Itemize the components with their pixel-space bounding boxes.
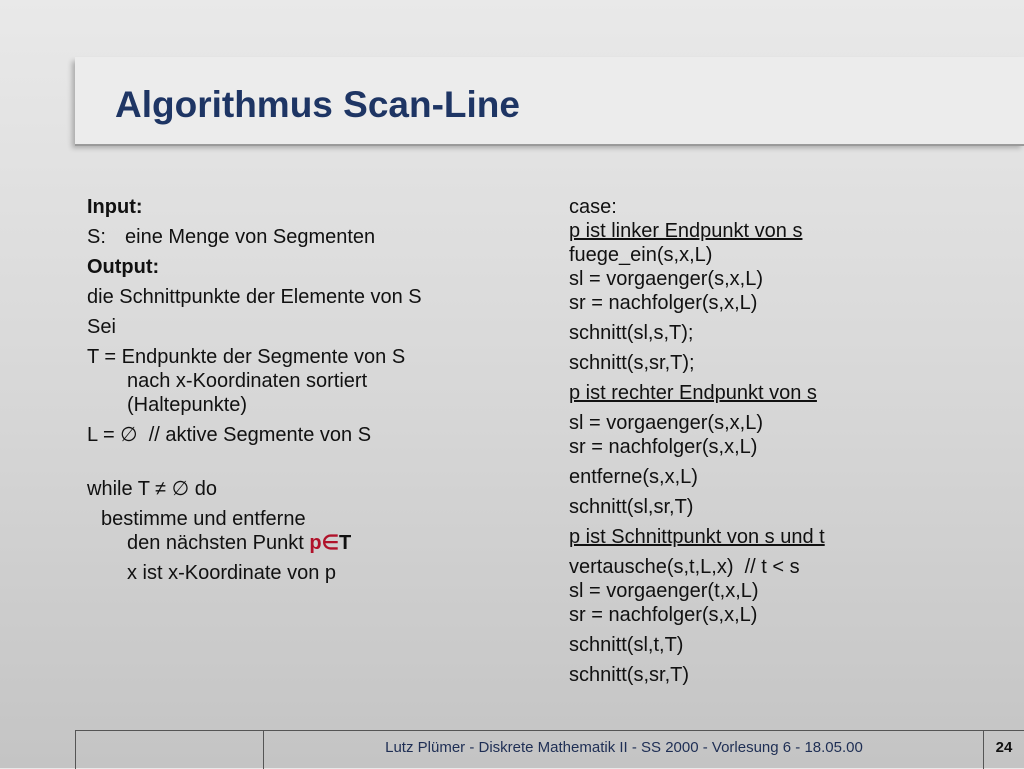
right-column: case: p ist linker Endpunkt von s fuege_… bbox=[569, 195, 1009, 687]
footer-text: Lutz Plümer - Diskrete Mathematik II - S… bbox=[385, 739, 863, 756]
s-text: eine Menge von Segmenten bbox=[125, 226, 376, 248]
t-line-2: nach x-Koordinaten sortiert bbox=[127, 370, 368, 392]
case-3-line-1: vertausche(s,t,L,x) // t < s bbox=[569, 556, 800, 578]
output-label: Output: bbox=[87, 256, 160, 278]
case-1-heading: p ist linker Endpunkt von s bbox=[569, 220, 803, 242]
l-line: L = ∅ // aktive Segmente von S bbox=[87, 424, 372, 446]
case-3-line-4: schnitt(sl,t,T) bbox=[569, 634, 684, 656]
output-text: die Schnittpunkte der Elemente von S bbox=[87, 286, 422, 308]
case-2-line-4: schnitt(sl,sr,T) bbox=[569, 496, 694, 518]
t-set-label: T bbox=[339, 532, 352, 554]
case-1-line-5: schnitt(s,sr,T); bbox=[569, 352, 695, 374]
case-2-line-1: sl = vorgaenger(s,x,L) bbox=[569, 412, 763, 434]
x-line: x ist x-Koordinate von p bbox=[127, 562, 336, 584]
title-divider bbox=[75, 144, 1024, 146]
t-line-1: T = Endpunkte der Segmente von S bbox=[87, 346, 406, 368]
left-column: Input: S: eine Menge von Segmenten Output… bbox=[87, 195, 517, 585]
case-1-line-4: schnitt(sl,s,T); bbox=[569, 322, 694, 344]
input-label: Input: bbox=[87, 196, 143, 218]
case-label: case: bbox=[569, 196, 617, 218]
case-3-line-5: schnitt(s,sr,T) bbox=[569, 664, 690, 686]
while-line: while T ≠ ∅ do bbox=[87, 478, 217, 500]
s-label: S: bbox=[87, 226, 106, 248]
case-2-line-3: entferne(s,x,L) bbox=[569, 466, 698, 488]
case-1-line-3: sr = nachfolger(s,x,L) bbox=[569, 292, 758, 314]
case-3-heading: p ist Schnittpunkt von s und t bbox=[569, 526, 825, 548]
page-number: 24 bbox=[995, 739, 1013, 756]
case-2-line-2: sr = nachfolger(s,x,L) bbox=[569, 436, 758, 458]
bestimme-line-2: den nächsten Punkt p∈T bbox=[87, 531, 517, 555]
p-element-highlight: p∈ bbox=[309, 532, 339, 554]
case-1-line-2: sl = vorgaenger(s,x,L) bbox=[569, 268, 763, 290]
case-3-line-2: sl = vorgaenger(t,x,L) bbox=[569, 580, 759, 602]
footer-cell-left bbox=[75, 731, 264, 769]
slide-title: Algorithmus Scan-Line bbox=[115, 84, 520, 125]
case-3-line-3: sr = nachfolger(s,x,L) bbox=[569, 604, 758, 626]
sei-line: Sei bbox=[87, 316, 116, 338]
case-1-line-1: fuege_ein(s,x,L) bbox=[569, 244, 713, 266]
input-s-line: S: eine Menge von Segmenten bbox=[87, 225, 517, 249]
t-line-3: (Haltepunkte) bbox=[127, 394, 248, 416]
bestimme-line-1: bestimme und entferne bbox=[101, 508, 306, 530]
case-2-heading: p ist rechter Endpunkt von s bbox=[569, 382, 817, 404]
bestimme-prefix: den nächsten Punkt bbox=[127, 532, 310, 554]
